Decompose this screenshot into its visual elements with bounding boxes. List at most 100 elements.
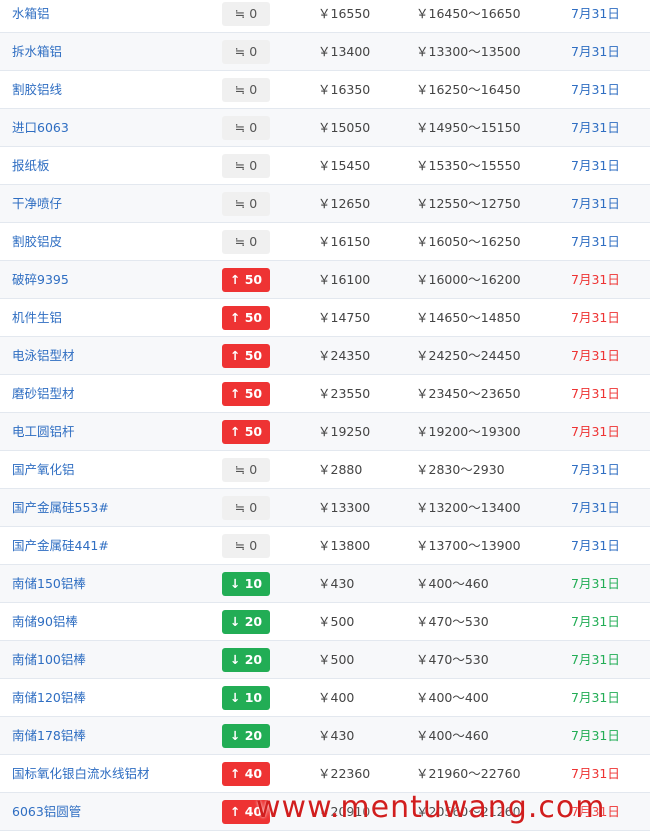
product-name-link[interactable]: 磨砂铝型材 xyxy=(12,375,75,412)
price-value: ￥430 xyxy=(318,576,355,591)
price-range: ￥21960～22760 xyxy=(416,766,521,781)
product-name-link[interactable]: 电工圆铝杆 xyxy=(12,413,75,450)
table-row: 电工圆铝杆 ↑ 50 ￥19250 ￥19200～19300 7月31日 xyxy=(0,413,650,451)
price-range: ￥24250～24450 xyxy=(416,348,521,363)
update-date: 7月31日 xyxy=(571,538,620,553)
change-badge: ↑ 50 xyxy=(222,268,270,292)
change-cell: ≒ 0 xyxy=(222,230,270,254)
update-date: 7月31日 xyxy=(571,728,620,743)
change-badge: ≒ 0 xyxy=(222,496,270,520)
update-date: 7月31日 xyxy=(571,158,620,173)
update-date: 7月31日 xyxy=(571,120,620,135)
product-name-link[interactable]: 干净喷仔 xyxy=(12,185,62,222)
change-cell: ≒ 0 xyxy=(222,40,270,64)
change-badge: ↓ 20 xyxy=(222,724,270,748)
update-date: 7月31日 xyxy=(571,500,620,515)
price-value: ￥13400 xyxy=(318,44,371,59)
change-cell: ≒ 0 xyxy=(222,2,270,26)
change-badge: ≒ 0 xyxy=(222,116,270,140)
price-value: ￥15450 xyxy=(318,158,371,173)
price-range: ￥13700～13900 xyxy=(416,538,521,553)
update-date: 7月31日 xyxy=(571,272,620,287)
change-badge: ↓ 20 xyxy=(222,610,270,634)
change-cell: ≒ 0 xyxy=(222,154,270,178)
product-name-link[interactable]: 南储178铝棒 xyxy=(12,717,86,754)
change-cell: ↓ 20 xyxy=(222,648,270,672)
product-name-link[interactable]: 南储150铝棒 xyxy=(12,565,86,602)
change-badge: ↑ 40 xyxy=(222,762,270,786)
change-badge: ≒ 0 xyxy=(222,154,270,178)
price-value: ￥430 xyxy=(318,728,355,743)
product-name-link[interactable]: 破碎9395 xyxy=(12,261,69,298)
product-name-link[interactable]: 6063铝圆管 xyxy=(12,793,81,830)
price-value: ￥16150 xyxy=(318,234,371,249)
product-name-link[interactable]: 水箱铝 xyxy=(12,0,50,32)
price-range: ￥400～400 xyxy=(416,690,489,705)
table-row: 电泳铝型材 ↑ 50 ￥24350 ￥24250～24450 7月31日 xyxy=(0,337,650,375)
product-name-link[interactable]: 进口6063 xyxy=(12,109,69,146)
product-name-link[interactable]: 国产金属硅553# xyxy=(12,489,109,526)
price-value: ￥23550 xyxy=(318,386,371,401)
product-name-link[interactable]: 南储90铝棒 xyxy=(12,603,78,640)
change-badge: ≒ 0 xyxy=(222,230,270,254)
update-date: 7月31日 xyxy=(571,424,620,439)
price-range: ￥14950～15150 xyxy=(416,120,521,135)
price-range: ￥13300～13500 xyxy=(416,44,521,59)
price-value: ￥13800 xyxy=(318,538,371,553)
table-row: 破碎9395 ↑ 50 ￥16100 ￥16000～16200 7月31日 xyxy=(0,261,650,299)
change-cell: ↑ 40 xyxy=(222,762,270,786)
change-cell: ↑ 50 xyxy=(222,420,270,444)
change-badge: ≒ 0 xyxy=(222,192,270,216)
change-cell: ≒ 0 xyxy=(222,458,270,482)
price-value: ￥13300 xyxy=(318,500,371,515)
change-badge: ↑ 50 xyxy=(222,420,270,444)
change-cell: ↑ 50 xyxy=(222,344,270,368)
product-name-link[interactable]: 报纸板 xyxy=(12,147,50,184)
price-range: ￥15350～15550 xyxy=(416,158,521,173)
product-name-link[interactable]: 电泳铝型材 xyxy=(12,337,75,374)
table-row: 南储100铝棒 ↓ 20 ￥500 ￥470～530 7月31日 xyxy=(0,641,650,679)
price-value: ￥24350 xyxy=(318,348,371,363)
update-date: 7月31日 xyxy=(571,196,620,211)
price-value: ￥500 xyxy=(318,614,355,629)
product-name-link[interactable]: 南储100铝棒 xyxy=(12,641,86,678)
change-cell: ≒ 0 xyxy=(222,192,270,216)
price-range: ￥19200～19300 xyxy=(416,424,521,439)
price-value: ￥16100 xyxy=(318,272,371,287)
change-badge: ≒ 0 xyxy=(222,534,270,558)
product-name-link[interactable]: 南储120铝棒 xyxy=(12,679,86,716)
table-row: 国标氧化银白流水线铝材 ↑ 40 ￥22360 ￥21960～22760 7月31日 xyxy=(0,755,650,793)
table-row: 报纸板 ≒ 0 ￥15450 ￥15350～15550 7月31日 xyxy=(0,147,650,185)
change-cell: ≒ 0 xyxy=(222,116,270,140)
price-range: ￥16000～16200 xyxy=(416,272,521,287)
price-value: ￥16550 xyxy=(318,6,371,21)
price-value: ￥15050 xyxy=(318,120,371,135)
table-row: 磨砂铝型材 ↑ 50 ￥23550 ￥23450～23650 7月31日 xyxy=(0,375,650,413)
change-cell: ≒ 0 xyxy=(222,78,270,102)
price-range: ￥470～530 xyxy=(416,652,489,667)
change-cell: ↓ 20 xyxy=(222,610,270,634)
price-value: ￥400 xyxy=(318,690,355,705)
update-date: 7月31日 xyxy=(571,766,620,781)
product-name-link[interactable]: 割胶铝皮 xyxy=(12,223,62,260)
update-date: 7月31日 xyxy=(571,234,620,249)
update-date: 7月31日 xyxy=(571,652,620,667)
product-name-link[interactable]: 割胶铝线 xyxy=(12,71,62,108)
product-name-link[interactable]: 国产金属硅441# xyxy=(12,527,109,564)
price-range: ￥23450～23650 xyxy=(416,386,521,401)
change-badge: ≒ 0 xyxy=(222,2,270,26)
price-range: ￥13200～13400 xyxy=(416,500,521,515)
update-date: 7月31日 xyxy=(571,310,620,325)
update-date: 7月31日 xyxy=(571,44,620,59)
product-name-link[interactable]: 国标氧化银白流水线铝材 xyxy=(12,755,150,792)
product-name-link[interactable]: 拆水箱铝 xyxy=(12,33,62,70)
table-row: 割胶铝皮 ≒ 0 ￥16150 ￥16050～16250 7月31日 xyxy=(0,223,650,261)
change-cell: ↑ 50 xyxy=(222,268,270,292)
table-row: 国产氧化铝 ≒ 0 ￥2880 ￥2830～2930 7月31日 xyxy=(0,451,650,489)
product-name-link[interactable]: 机件生铝 xyxy=(12,299,62,336)
change-badge: ≒ 0 xyxy=(222,458,270,482)
update-date: 7月31日 xyxy=(571,348,620,363)
product-name-link[interactable]: 国产氧化铝 xyxy=(12,451,75,488)
update-date: 7月31日 xyxy=(571,386,620,401)
price-value: ￥19250 xyxy=(318,424,371,439)
